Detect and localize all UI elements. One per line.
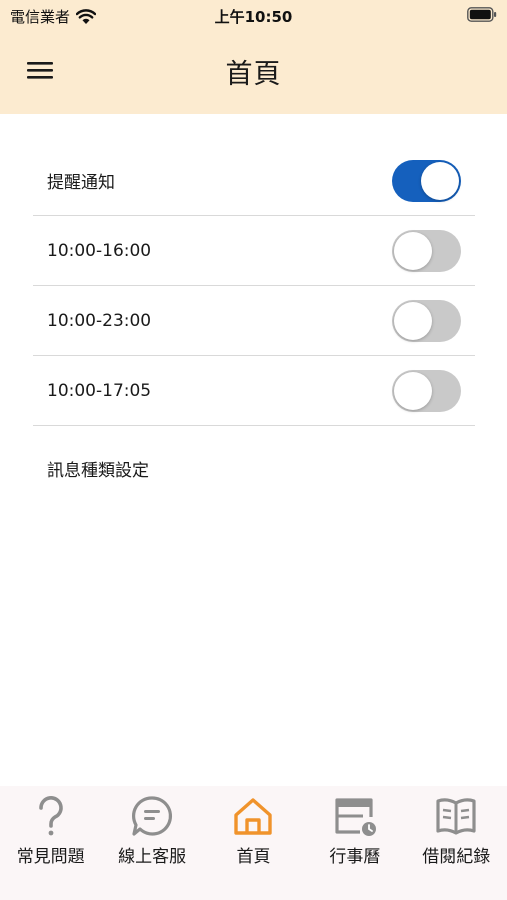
toggle-knob: [421, 161, 459, 200]
time-slot-row: 10:00-23:00: [33, 286, 475, 356]
calendar-icon: [333, 794, 377, 838]
tab-label: 常見問題: [16, 847, 85, 867]
tab-faq[interactable]: 常見問題: [3, 786, 99, 900]
screen: 電信業者 上午10:50 首頁 提醒通知 10:00-16:00 10:00-2…: [0, 0, 507, 900]
tab-online-support[interactable]: 線上客服: [104, 786, 200, 900]
status-time: 上午10:50: [214, 8, 293, 26]
tab-borrow-history[interactable]: 借閱紀錄: [408, 786, 504, 900]
header: 電信業者 上午10:50 首頁: [0, 0, 507, 114]
tab-label: 線上客服: [118, 847, 187, 867]
message-type-label: 訊息種類設定: [47, 461, 149, 481]
toggle-knob: [394, 301, 432, 340]
battery-icon: [467, 7, 497, 22]
chat-bubble-icon: [130, 794, 174, 838]
reminder-row: 提醒通知: [33, 146, 475, 216]
tab-label: 借閱紀錄: [422, 847, 491, 867]
time-slot-label: 10:00-16:00: [47, 240, 152, 261]
toggle-knob: [394, 371, 432, 410]
tab-calendar[interactable]: 行事曆: [307, 786, 403, 900]
time-slot-toggle[interactable]: [392, 299, 461, 342]
time-slot-row: 10:00-16:00: [33, 216, 475, 286]
tab-bar: 常見問題 線上客服 首頁 行事曆 借閱紀錄: [0, 786, 507, 900]
time-slot-label: 10:00-23:00: [47, 310, 152, 331]
toggle-knob: [394, 231, 432, 270]
page-title: 首頁: [225, 59, 282, 90]
tab-home[interactable]: 首頁: [205, 786, 301, 900]
settings-list: 提醒通知 10:00-16:00 10:00-23:00 10:00-17:05…: [33, 146, 475, 508]
reminder-label: 提醒通知: [47, 173, 115, 193]
reminder-toggle[interactable]: [392, 159, 461, 202]
time-slot-toggle[interactable]: [392, 229, 461, 272]
time-slot-label: 10:00-17:05: [47, 380, 152, 401]
time-slot-row: 10:00-17:05: [33, 356, 475, 426]
question-icon: [29, 794, 73, 838]
book-icon: [434, 794, 478, 838]
home-icon: [231, 794, 275, 838]
nav-bar: 首頁: [0, 30, 507, 114]
message-type-setting[interactable]: 訊息種類設定: [33, 426, 475, 508]
status-bar: 電信業者 上午10:50: [0, 0, 507, 30]
tab-label: 行事曆: [329, 847, 381, 867]
time-slot-toggle[interactable]: [392, 369, 461, 412]
tab-label: 首頁: [236, 847, 271, 867]
